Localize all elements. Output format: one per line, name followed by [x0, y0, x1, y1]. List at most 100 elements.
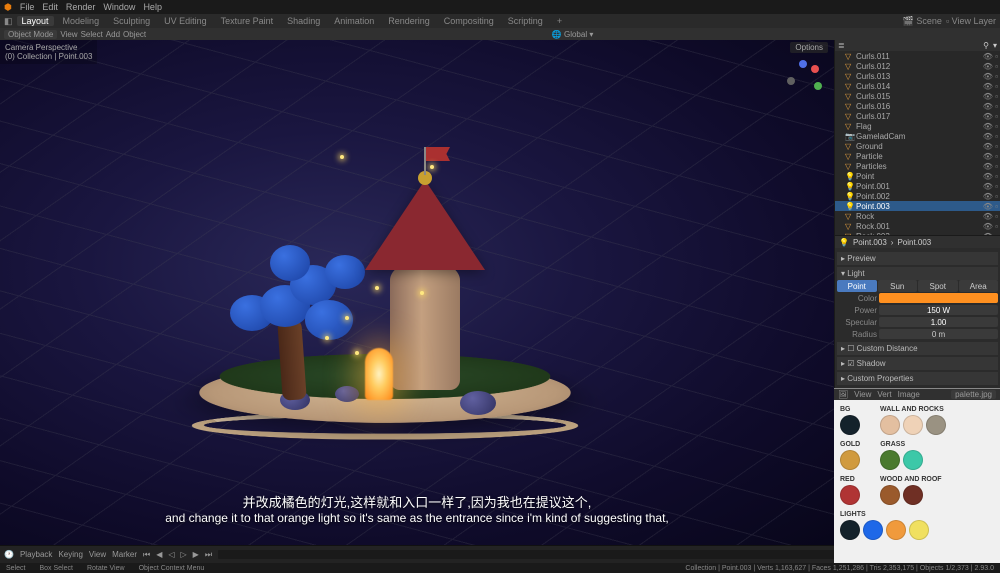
- timeline-track[interactable]: [218, 550, 883, 559]
- orientation-dropdown[interactable]: 🌐 Global ▾: [552, 30, 594, 39]
- outliner-item[interactable]: 📷GameladCam👁 ▫: [835, 131, 1000, 141]
- visibility-toggles[interactable]: 👁 ▫: [983, 222, 998, 231]
- property-value[interactable]: 1.00: [879, 317, 998, 327]
- section-preview[interactable]: ▸ Preview: [837, 252, 998, 265]
- visibility-toggles[interactable]: 👁 ▫: [983, 152, 998, 161]
- prev-key-icon[interactable]: ◀: [156, 550, 162, 559]
- tl-menu-keying[interactable]: Keying: [58, 550, 82, 559]
- light-tab-sun[interactable]: Sun: [878, 280, 918, 292]
- visibility-toggles[interactable]: 👁 ▫: [983, 102, 998, 111]
- outliner-filter-icon[interactable]: ⚲: [983, 41, 989, 50]
- outliner-item[interactable]: ▽Curls.017👁 ▫: [835, 111, 1000, 121]
- img-menu-image[interactable]: Image: [898, 390, 920, 399]
- visibility-toggles[interactable]: 👁 ▫: [983, 172, 998, 181]
- tab-texturepaint[interactable]: Texture Paint: [216, 16, 279, 26]
- props-breadcrumb-0[interactable]: Point.003: [853, 238, 887, 247]
- jump-start-icon[interactable]: ⏮: [143, 550, 150, 560]
- outliner-item[interactable]: ▽Curls.015👁 ▫: [835, 91, 1000, 101]
- props-breadcrumb-1[interactable]: Point.003: [897, 238, 931, 247]
- vp-menu-view[interactable]: View: [60, 30, 77, 39]
- visibility-toggles[interactable]: 👁 ▫: [983, 52, 998, 61]
- visibility-toggles[interactable]: 👁 ▫: [983, 132, 998, 141]
- light-tab-point[interactable]: Point: [837, 280, 877, 292]
- tab-scripting[interactable]: Scripting: [503, 16, 548, 26]
- mode-dropdown[interactable]: Object Mode: [4, 30, 57, 39]
- navigation-gizmo[interactable]: [784, 60, 824, 100]
- tab-modeling[interactable]: Modeling: [58, 16, 105, 26]
- menu-render[interactable]: Render: [66, 2, 96, 12]
- visibility-toggles[interactable]: 👁 ▫: [983, 112, 998, 121]
- outliner-item[interactable]: ▽Flag👁 ▫: [835, 121, 1000, 131]
- viewport-options[interactable]: Options: [790, 42, 828, 53]
- play-icon[interactable]: ▷: [181, 550, 187, 559]
- jump-end-icon[interactable]: ⏭: [205, 550, 212, 560]
- outliner-item[interactable]: ▽Curls.016👁 ▫: [835, 101, 1000, 111]
- visibility-toggles[interactable]: 👁 ▫: [983, 122, 998, 131]
- light-tab-area[interactable]: Area: [959, 280, 999, 292]
- outliner-item[interactable]: ▽Curls.013👁 ▫: [835, 71, 1000, 81]
- tab-compositing[interactable]: Compositing: [439, 16, 499, 26]
- outliner-item[interactable]: ▽Rock.001👁 ▫: [835, 221, 1000, 231]
- property-value[interactable]: [879, 293, 998, 303]
- menu-edit[interactable]: Edit: [42, 2, 58, 12]
- outliner-item[interactable]: 💡Point👁 ▫: [835, 171, 1000, 181]
- image-filename[interactable]: palette.jpg: [951, 390, 996, 399]
- visibility-toggles[interactable]: 👁 ▫: [983, 82, 998, 91]
- tab-sculpting[interactable]: Sculpting: [108, 16, 155, 26]
- tl-menu-view[interactable]: View: [89, 550, 106, 559]
- outliner-funnel-icon[interactable]: ▾: [993, 41, 997, 50]
- viewlayer-selector[interactable]: ▫ View Layer: [946, 16, 996, 26]
- outliner-item[interactable]: ▽Curls.014👁 ▫: [835, 81, 1000, 91]
- tl-menu-marker[interactable]: Marker: [112, 550, 137, 559]
- tab-shading[interactable]: Shading: [282, 16, 325, 26]
- vp-menu-object[interactable]: Object: [123, 30, 146, 39]
- outliner-item[interactable]: ▽Curls.012👁 ▫: [835, 61, 1000, 71]
- next-key-icon[interactable]: ▶: [193, 550, 199, 559]
- outliner-item[interactable]: ▽Rock👁 ▫: [835, 211, 1000, 221]
- light-tab-spot[interactable]: Spot: [918, 280, 958, 292]
- section-shadow[interactable]: ▸ ☑ Shadow: [837, 357, 998, 370]
- section-custom-properties[interactable]: ▸ Custom Properties: [837, 372, 998, 385]
- img-menu-view[interactable]: View: [854, 390, 871, 399]
- tab-uvediting[interactable]: UV Editing: [159, 16, 212, 26]
- 3d-viewport[interactable]: Camera Perspective (0) Collection | Poin…: [0, 40, 834, 545]
- play-reverse-icon[interactable]: ◁: [168, 550, 174, 559]
- scene-selector[interactable]: 🎬 Scene: [903, 16, 942, 27]
- visibility-toggles[interactable]: 👁 ▫: [983, 212, 998, 221]
- axis-x[interactable]: [811, 65, 819, 73]
- outliner-item[interactable]: 💡Point.002👁 ▫: [835, 191, 1000, 201]
- visibility-toggles[interactable]: 👁 ▫: [983, 92, 998, 101]
- menu-file[interactable]: File: [20, 2, 35, 12]
- outliner-item[interactable]: 💡Point.003👁 ▫: [835, 201, 1000, 211]
- visibility-toggles[interactable]: 👁 ▫: [983, 192, 998, 201]
- menu-help[interactable]: Help: [143, 2, 162, 12]
- axis-neg[interactable]: [787, 77, 795, 85]
- tab-add[interactable]: +: [552, 16, 567, 26]
- outliner-item[interactable]: ▽Particle👁 ▫: [835, 151, 1000, 161]
- visibility-toggles[interactable]: 👁 ▫: [983, 142, 998, 151]
- visibility-toggles[interactable]: 👁 ▫: [983, 62, 998, 71]
- visibility-toggles[interactable]: 👁 ▫: [983, 182, 998, 191]
- tab-rendering[interactable]: Rendering: [383, 16, 435, 26]
- vp-menu-add[interactable]: Add: [106, 30, 120, 39]
- outliner-item[interactable]: ▽Ground👁 ▫: [835, 141, 1000, 151]
- visibility-toggles[interactable]: 👁 ▫: [983, 202, 998, 211]
- property-value[interactable]: 0 m: [879, 329, 998, 339]
- outliner[interactable]: ≣ ⚲ ▾ ▽Curls.011👁 ▫▽Curls.012👁 ▫▽Curls.0…: [835, 40, 1000, 235]
- image-editor-panel[interactable]: 🖼 View Vert Image palette.jpg BGWALL AND…: [834, 388, 1000, 563]
- img-menu-vert[interactable]: Vert: [877, 390, 891, 399]
- menu-window[interactable]: Window: [103, 2, 135, 12]
- axis-z[interactable]: [799, 60, 807, 68]
- outliner-item[interactable]: ▽Curls.011👁 ▫: [835, 51, 1000, 61]
- vp-menu-select[interactable]: Select: [81, 30, 103, 39]
- property-value[interactable]: 150 W: [879, 305, 998, 315]
- tab-animation[interactable]: Animation: [329, 16, 379, 26]
- outliner-item[interactable]: ▽Particles👁 ▫: [835, 161, 1000, 171]
- section-custom-distance[interactable]: ▸ ☐ Custom Distance: [837, 342, 998, 355]
- tab-layout[interactable]: Layout: [17, 16, 54, 26]
- visibility-toggles[interactable]: 👁 ▫: [983, 162, 998, 171]
- visibility-toggles[interactable]: 👁 ▫: [983, 72, 998, 81]
- section-light[interactable]: ▾ Light: [837, 267, 998, 280]
- outliner-item[interactable]: 💡Point.001👁 ▫: [835, 181, 1000, 191]
- tl-menu-playback[interactable]: Playback: [20, 550, 52, 559]
